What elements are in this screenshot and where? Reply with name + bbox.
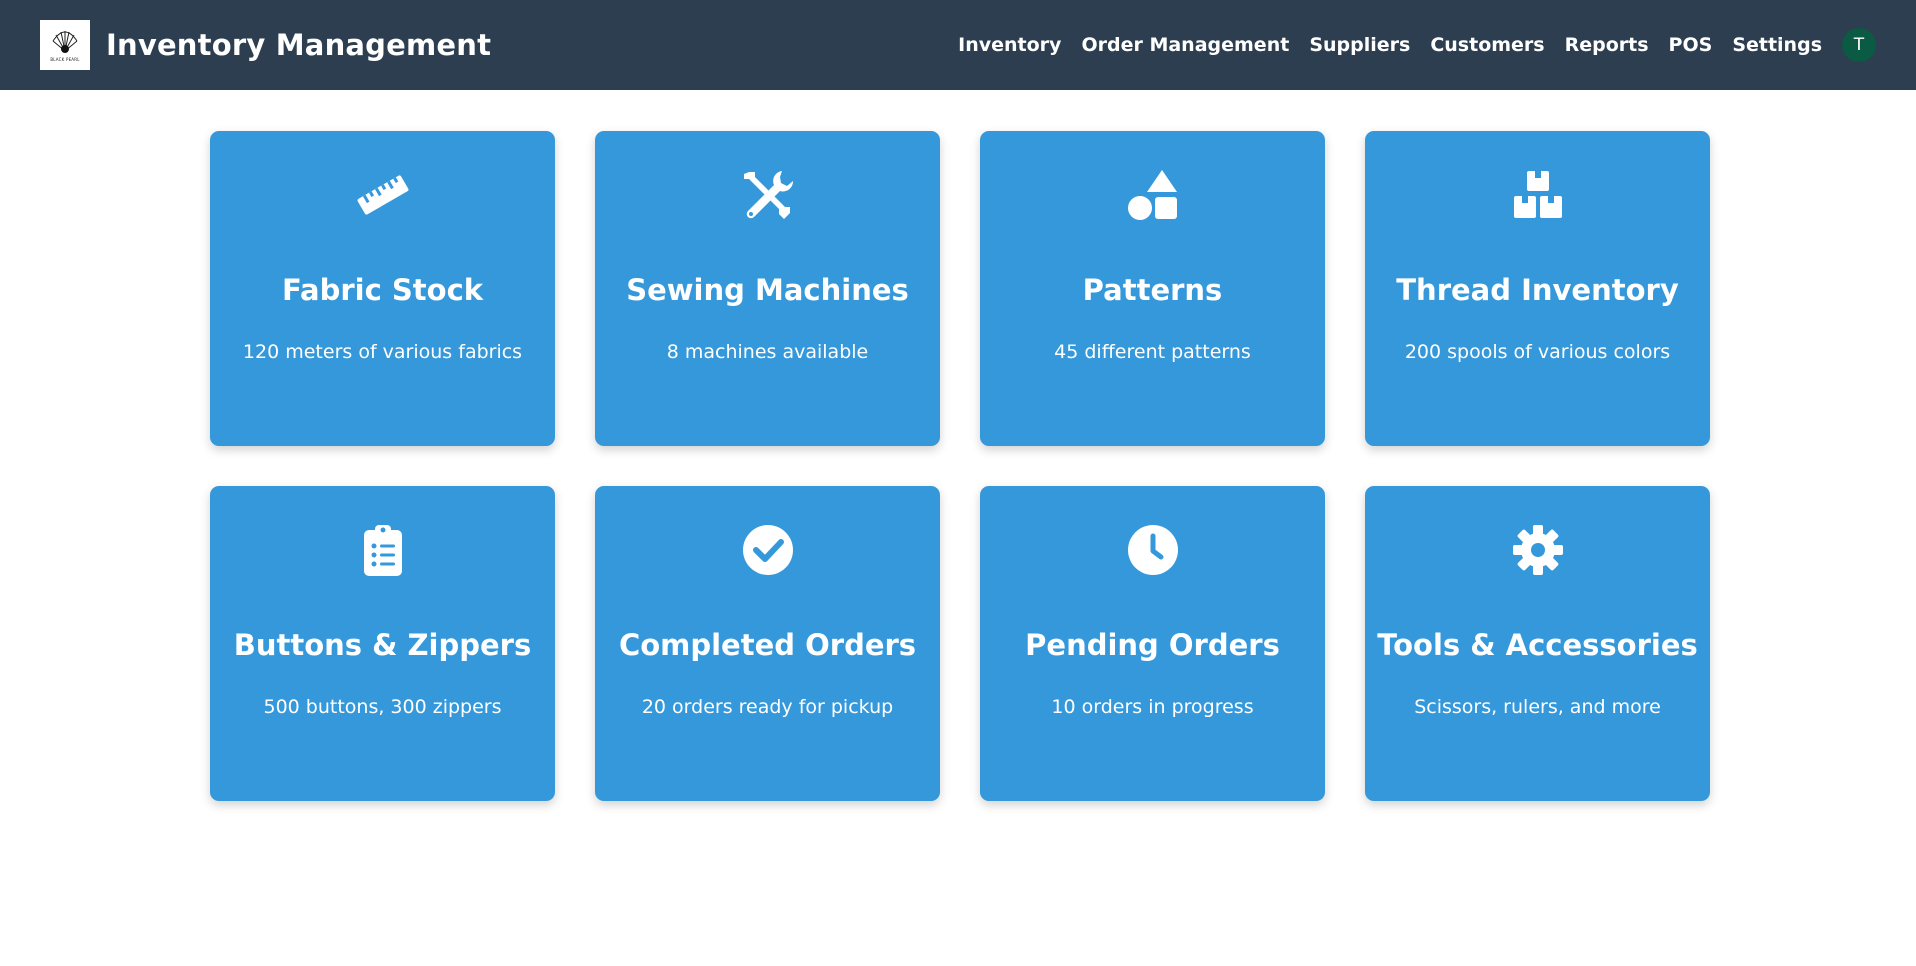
card-description: 500 buttons, 300 zippers	[263, 696, 502, 718]
card-fabric-stock[interactable]: Fabric Stock 120 meters of various fabri…	[210, 131, 555, 446]
nav-link-settings[interactable]: Settings	[1732, 34, 1822, 56]
shapes-icon	[1125, 167, 1181, 223]
card-tools-accessories[interactable]: Tools & Accessories Scissors, rulers, an…	[1365, 486, 1710, 801]
card-description: 8 machines available	[666, 341, 869, 363]
gear-icon	[1510, 522, 1566, 578]
card-description: 200 spools of various colors	[1404, 341, 1671, 363]
card-completed-orders[interactable]: Completed Orders 20 orders ready for pic…	[595, 486, 940, 801]
brand-logo[interactable]: BLACK PEARL	[40, 20, 90, 70]
top-navbar: BLACK PEARL Inventory Management Invento…	[0, 0, 1916, 90]
nav-link-reports[interactable]: Reports	[1565, 34, 1649, 56]
nav-link-pos[interactable]: POS	[1669, 34, 1713, 56]
card-description: 20 orders ready for pickup	[641, 696, 894, 718]
clipboard-list-icon	[355, 522, 411, 578]
card-sewing-machines[interactable]: Sewing Machines 8 machines available	[595, 131, 940, 446]
card-description: Scissors, rulers, and more	[1414, 696, 1661, 718]
card-title: Tools & Accessories	[1377, 628, 1698, 662]
ruler-icon	[355, 167, 411, 223]
card-buttons-zippers[interactable]: Buttons & Zippers 500 buttons, 300 zippe…	[210, 486, 555, 801]
card-title: Patterns	[1082, 273, 1223, 307]
card-title: Fabric Stock	[281, 273, 484, 307]
card-title: Thread Inventory	[1396, 273, 1679, 307]
card-description: 120 meters of various fabrics	[242, 341, 523, 363]
card-patterns[interactable]: Patterns 45 different patterns	[980, 131, 1325, 446]
nav-link-inventory[interactable]: Inventory	[958, 34, 1061, 56]
pearl-shell-icon	[52, 30, 78, 53]
nav-link-customers[interactable]: Customers	[1430, 34, 1544, 56]
tools-icon	[740, 167, 796, 223]
clock-icon	[1125, 522, 1181, 578]
nav-link-order-management[interactable]: Order Management	[1081, 34, 1289, 56]
logo-text: BLACK PEARL	[50, 56, 80, 62]
check-circle-icon	[740, 522, 796, 578]
card-title: Sewing Machines	[626, 273, 909, 307]
dashboard-grid: Fabric Stock 120 meters of various fabri…	[210, 131, 1710, 801]
card-description: 10 orders in progress	[1051, 696, 1254, 718]
card-description: 45 different patterns	[1054, 341, 1251, 363]
nav-link-suppliers[interactable]: Suppliers	[1309, 34, 1410, 56]
card-pending-orders[interactable]: Pending Orders 10 orders in progress	[980, 486, 1325, 801]
card-title: Buttons & Zippers	[233, 628, 532, 662]
card-title: Pending Orders	[1025, 628, 1280, 662]
card-title: Completed Orders	[618, 628, 917, 662]
page-title: Inventory Management	[106, 28, 492, 62]
card-thread-inventory[interactable]: Thread Inventory 200 spools of various c…	[1365, 131, 1710, 446]
user-avatar[interactable]: T	[1842, 28, 1876, 62]
boxes-icon	[1510, 167, 1566, 223]
main-nav: Inventory Order Management Suppliers Cus…	[958, 28, 1876, 62]
